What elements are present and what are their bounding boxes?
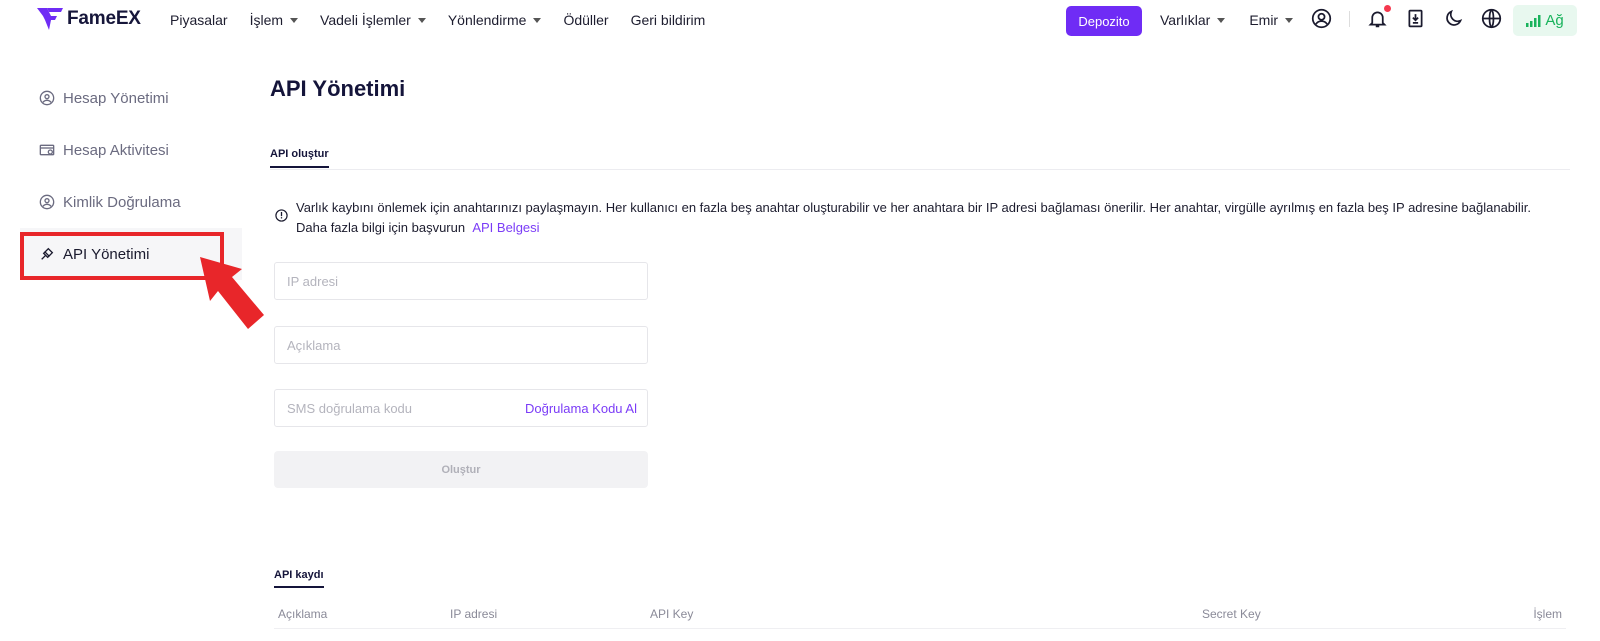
- sms-code-field[interactable]: Doğrulama Kodu Al: [274, 389, 648, 427]
- sidebar-item-label: Hesap Yönetimi: [63, 89, 169, 107]
- moon-icon[interactable]: [1443, 8, 1464, 29]
- nav-markets-label: Piyasalar: [170, 12, 228, 28]
- sms-code-input[interactable]: [287, 400, 525, 416]
- nav-feedback-label: Geri bildirim: [630, 12, 706, 28]
- download-icon[interactable]: [1405, 8, 1426, 29]
- bell-icon[interactable]: [1367, 5, 1391, 29]
- assets-label: Varlıklar: [1160, 12, 1211, 28]
- network-label: Ağ: [1545, 12, 1564, 29]
- sidebar-item-label: Kimlik Doğrulama: [63, 193, 181, 211]
- nav-rewards-label: Ödüller: [563, 12, 609, 28]
- network-status[interactable]: Ağ: [1513, 5, 1577, 36]
- info-icon: [275, 209, 288, 222]
- header-divider: [1349, 10, 1350, 27]
- nav-futures-label: Vadeli İşlemler: [320, 12, 411, 28]
- column-header: İşlem: [1533, 607, 1562, 621]
- chevron-down-icon: [1285, 17, 1294, 23]
- column-header: IP adresi: [450, 607, 498, 621]
- nav-referral-label: Yönlendirme: [447, 12, 527, 28]
- fameex-logo-icon: [37, 8, 63, 30]
- orders-menu[interactable]: Emir: [1249, 12, 1294, 28]
- activity-icon: [39, 144, 55, 156]
- arrow-annotation-icon: [200, 257, 264, 329]
- globe-icon[interactable]: [1481, 8, 1502, 29]
- notice-paragraph: Varlık kaybını önlemek için anahtarınızı…: [296, 198, 1565, 238]
- header-icons: [1311, 5, 1502, 29]
- highlight-annotation: [20, 232, 224, 280]
- brand-logo[interactable]: FameEX: [37, 8, 141, 30]
- column-header: Açıklama: [278, 607, 328, 621]
- nav-feedback[interactable]: Geri bildirim: [631, 12, 706, 28]
- chevron-down-icon: [1217, 17, 1226, 23]
- nav-rewards[interactable]: Ödüller: [563, 12, 608, 28]
- tab-api-log[interactable]: API kaydı: [274, 569, 324, 588]
- get-code-button[interactable]: Doğrulama Kodu Al: [525, 401, 637, 416]
- description-field[interactable]: [274, 326, 648, 364]
- sidebar-item-activity[interactable]: Hesap Aktivitesi: [20, 124, 242, 176]
- sidebar-item-identity[interactable]: Kimlik Doğrulama: [20, 176, 242, 228]
- nav-markets[interactable]: Piyasalar: [170, 12, 228, 28]
- sidebar-item-label: Hesap Aktivitesi: [63, 141, 169, 159]
- column-header: API Key: [650, 607, 694, 621]
- api-docs-link[interactable]: API Belgesi: [472, 220, 539, 235]
- description-input[interactable]: [287, 337, 647, 353]
- chevron-down-icon: [290, 17, 299, 23]
- tab-bar: API oluştur: [270, 148, 1570, 170]
- brand-name: FameEX: [67, 8, 141, 29]
- orders-label: Emir: [1249, 12, 1279, 28]
- ip-address-field[interactable]: [274, 262, 648, 300]
- nav-futures[interactable]: Vadeli İşlemler: [320, 12, 426, 28]
- assets-menu[interactable]: Varlıklar: [1160, 12, 1226, 28]
- info-notice: Varlık kaybını önlemek için anahtarınızı…: [275, 198, 1565, 238]
- top-navigation: FameEX Piyasalar İşlem Vadeli İşlemler Y…: [0, 0, 1600, 40]
- deposit-button[interactable]: Depozito: [1066, 6, 1142, 36]
- create-api-button[interactable]: Oluştur: [274, 451, 648, 488]
- chevron-down-icon: [533, 17, 542, 23]
- column-header: Secret Key: [1202, 607, 1261, 621]
- page-title: API Yönetimi: [270, 76, 406, 101]
- user-icon[interactable]: [1311, 8, 1332, 29]
- tab-create-api[interactable]: API oluştur: [270, 148, 329, 168]
- sidebar-item-account[interactable]: Hesap Yönetimi: [20, 72, 242, 124]
- nav-referral[interactable]: Yönlendirme: [448, 12, 542, 28]
- chevron-down-icon: [417, 17, 426, 23]
- notification-dot: [1384, 5, 1391, 12]
- main-nav: Piyasalar İşlem Vadeli İşlemler Yönlendi…: [170, 0, 705, 40]
- api-log-table-header: Açıklama IP adresi API Key Secret Key İş…: [274, 607, 1566, 629]
- user-circle-icon: [39, 90, 55, 106]
- nav-trade-label: İşlem: [249, 12, 284, 28]
- signal-icon: [1526, 14, 1541, 27]
- id-icon: [39, 194, 55, 210]
- ip-address-input[interactable]: [287, 273, 647, 289]
- nav-trade[interactable]: İşlem: [249, 12, 299, 28]
- account-menu: Varlıklar Emir: [1160, 0, 1294, 40]
